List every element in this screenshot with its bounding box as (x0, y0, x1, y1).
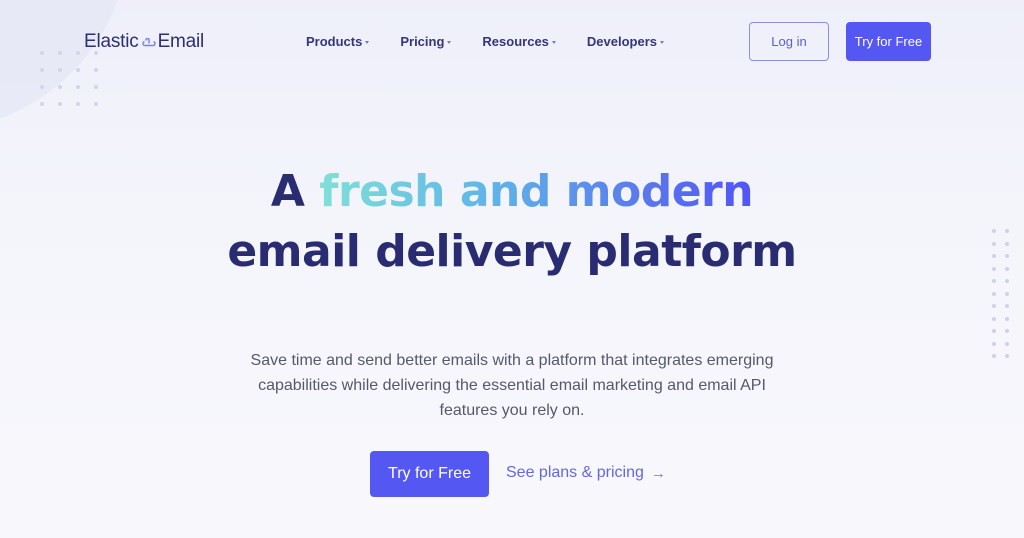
try-for-free-hero-button[interactable]: Try for Free (370, 451, 489, 497)
see-plans-pricing-link[interactable]: See plans & pricing → (506, 464, 666, 482)
nav-item-pricing[interactable]: Pricing (400, 34, 452, 49)
arrow-right-icon: → (650, 464, 666, 482)
main-nav: Products Pricing Resources Developers (306, 34, 695, 49)
brand-logo[interactable]: Elastic Email (84, 31, 204, 53)
hero-title-highlight: fresh and modern (319, 166, 754, 217)
hero-subtitle: Save time and send better emails with a … (250, 352, 774, 419)
nav-item-label: Resources (482, 34, 549, 49)
brand-name-right: Email (157, 31, 205, 52)
hero-title: A fresh and modern email delivery platfo… (0, 162, 1024, 282)
try-for-free-nav-button[interactable]: Try for Free (846, 22, 931, 61)
caret-down-icon (365, 41, 370, 44)
hero-title-prefix: A (270, 166, 305, 217)
see-plans-pricing-label: See plans & pricing (506, 464, 644, 481)
nav-item-resources[interactable]: Resources (482, 34, 556, 49)
nav-item-label: Products (306, 34, 363, 49)
nav-item-products[interactable]: Products (306, 34, 370, 49)
caret-down-icon (660, 41, 664, 44)
caret-down-icon (447, 41, 452, 44)
hero-title-line2: email delivery platform (227, 226, 797, 277)
nav-item-developers[interactable]: Developers (587, 34, 664, 49)
brand-name-left: Elastic (84, 31, 139, 52)
link-cloud-icon (141, 37, 156, 47)
nav-item-label: Pricing (400, 34, 445, 49)
caret-down-icon (551, 41, 556, 44)
nav-item-label: Developers (586, 34, 657, 49)
decorative-dot-grid-left (40, 51, 98, 106)
login-button[interactable]: Log in (749, 22, 829, 61)
